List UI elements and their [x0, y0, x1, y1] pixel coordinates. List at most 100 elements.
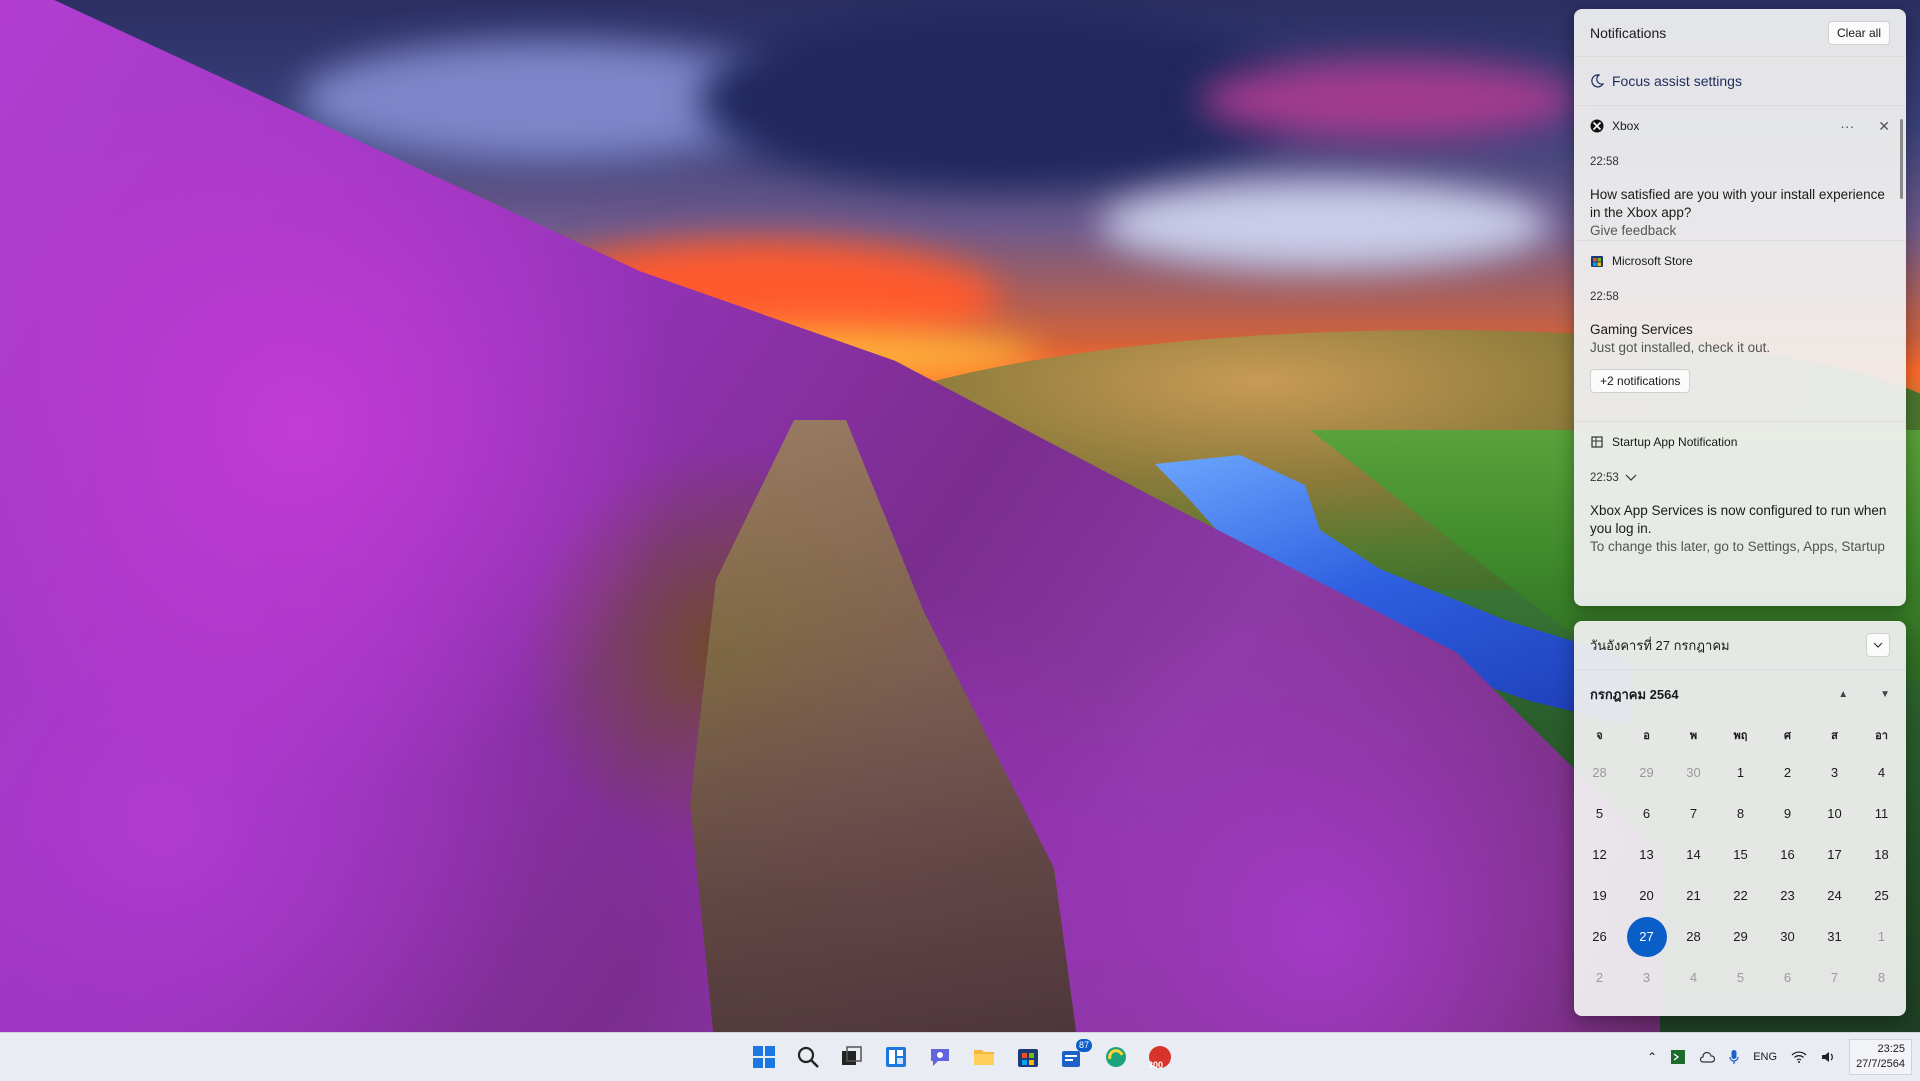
chat-button[interactable]: [922, 1039, 958, 1075]
chevron-down-icon[interactable]: [1625, 474, 1637, 482]
calendar-day[interactable]: 5: [1576, 793, 1623, 834]
calendar-day[interactable]: 7: [1811, 957, 1858, 998]
calendar-day[interactable]: 28: [1670, 916, 1717, 957]
calendar-day-number: 1: [1877, 929, 1886, 944]
terminal-tray-icon[interactable]: [1671, 1050, 1686, 1064]
calendar-day[interactable]: 6: [1764, 957, 1811, 998]
weekday-header: พฤ: [1733, 730, 1748, 742]
notification-app-name: Xbox: [1612, 119, 1640, 133]
startup-icon: [1591, 436, 1603, 448]
month-label[interactable]: กรกฎาคม 2564: [1590, 684, 1679, 705]
chat-icon: [931, 1049, 949, 1066]
edge-canary-button[interactable]: [1098, 1039, 1134, 1075]
focus-assist-settings-link[interactable]: Focus assist settings: [1574, 57, 1906, 106]
notification-center: Notifications Clear all Focus assist set…: [1574, 9, 1906, 606]
calendar-day[interactable]: 29: [1623, 752, 1670, 793]
notification-xbox[interactable]: Xbox ··· ✕ 22:58 How satisfied are you w…: [1574, 106, 1906, 241]
calendar-day[interactable]: 29: [1717, 916, 1764, 957]
volume-icon[interactable]: [1821, 1051, 1835, 1063]
calendar-day-number: 23: [1780, 888, 1795, 903]
chevron-up-icon[interactable]: ⌃: [1647, 1050, 1657, 1064]
notification-startup-app[interactable]: Startup App Notification 22:53 Xbox App …: [1574, 422, 1906, 568]
calendar-day[interactable]: 1: [1858, 916, 1905, 957]
calendar-day[interactable]: 1: [1717, 752, 1764, 793]
calendar-day[interactable]: 28: [1576, 752, 1623, 793]
calendar-day[interactable]: 11: [1858, 793, 1905, 834]
wifi-icon[interactable]: [1791, 1051, 1807, 1063]
calendar-day-number: 12: [1592, 847, 1607, 862]
calendar-day[interactable]: 18: [1858, 834, 1905, 875]
clock[interactable]: 23:25 27/7/2564: [1849, 1039, 1912, 1075]
calendar-day[interactable]: 12: [1576, 834, 1623, 875]
microphone-icon[interactable]: [1729, 1049, 1739, 1065]
calendar-day-number: 15: [1733, 847, 1748, 862]
calendar-day[interactable]: 31: [1811, 916, 1858, 957]
calendar-day[interactable]: 6: [1623, 793, 1670, 834]
calendar-day[interactable]: 22: [1717, 875, 1764, 916]
calendar-day-number: 21: [1686, 888, 1701, 903]
calendar-day[interactable]: 19: [1576, 875, 1623, 916]
calendar-day-number: 26: [1592, 929, 1607, 944]
clear-all-button[interactable]: Clear all: [1827, 20, 1890, 45]
calendar-day[interactable]: 4: [1858, 752, 1905, 793]
calendar-day[interactable]: 20: [1623, 875, 1670, 916]
app-with-badge-button[interactable]: 300: [1142, 1039, 1178, 1075]
calendar-day[interactable]: 8: [1858, 957, 1905, 998]
calendar-day[interactable]: 24: [1811, 875, 1858, 916]
calendar-day[interactable]: 17: [1811, 834, 1858, 875]
more-options-icon[interactable]: ···: [1840, 118, 1854, 135]
calendar-day[interactable]: 3: [1623, 957, 1670, 998]
calendar-day[interactable]: 2: [1576, 957, 1623, 998]
calendar-day-number: 7: [1830, 970, 1839, 985]
calendar-day-number: 8: [1877, 970, 1886, 985]
cloud-icon[interactable]: [1699, 1051, 1716, 1063]
calendar-day[interactable]: 10: [1811, 793, 1858, 834]
calendar-day-number: 5: [1736, 970, 1745, 985]
system-tray: ⌃ ENG 23:25 27/7/2564: [1647, 1033, 1912, 1081]
calendar-day-number: 8: [1736, 806, 1745, 821]
taskbar: 87 300 ⌃ ENG 23:25 27/7/2564: [0, 1032, 1920, 1081]
calendar-day-number: 17: [1827, 847, 1842, 862]
collapse-calendar-button[interactable]: [1866, 633, 1890, 657]
start-button[interactable]: [746, 1039, 782, 1075]
widgets-button[interactable]: [878, 1039, 914, 1075]
task-view-button[interactable]: [834, 1039, 870, 1075]
calendar-day-number: 4: [1877, 765, 1886, 780]
language-indicator[interactable]: ENG: [1753, 1051, 1777, 1063]
weekday-header: ส: [1831, 730, 1838, 742]
calendar-day-number: 2: [1783, 765, 1792, 780]
search-button[interactable]: [790, 1039, 826, 1075]
calendar-day[interactable]: 30: [1670, 752, 1717, 793]
calendar-day[interactable]: 5: [1717, 957, 1764, 998]
calendar-day-number: 19: [1592, 888, 1607, 903]
calendar-day[interactable]: 16: [1764, 834, 1811, 875]
file-explorer-button[interactable]: [966, 1039, 1002, 1075]
calendar-day[interactable]: 9: [1764, 793, 1811, 834]
previous-month-icon[interactable]: ▲: [1838, 689, 1848, 700]
calendar-day[interactable]: 14: [1670, 834, 1717, 875]
calendar-day[interactable]: 30: [1764, 916, 1811, 957]
calendar-day[interactable]: 21: [1670, 875, 1717, 916]
calendar-day[interactable]: 7: [1670, 793, 1717, 834]
calendar-day[interactable]: 13: [1623, 834, 1670, 875]
news-app-button[interactable]: 87: [1054, 1039, 1092, 1075]
calendar-day[interactable]: 26: [1576, 916, 1623, 957]
calendar-day-today[interactable]: 27: [1623, 916, 1670, 957]
xbox-icon: [1590, 119, 1604, 133]
calendar-day[interactable]: 2: [1764, 752, 1811, 793]
more-notifications-button[interactable]: +2 notifications: [1590, 369, 1691, 393]
notification-microsoft-store[interactable]: Microsoft Store 22:58 Gaming Services Ju…: [1574, 241, 1906, 422]
notification-scrollbar[interactable]: [1900, 119, 1903, 199]
microsoft-store-button[interactable]: [1010, 1039, 1046, 1075]
calendar-day[interactable]: 3: [1811, 752, 1858, 793]
give-feedback-link[interactable]: Give feedback: [1590, 222, 1890, 240]
calendar-day[interactable]: 4: [1670, 957, 1717, 998]
close-icon[interactable]: ✕: [1878, 118, 1890, 135]
calendar-day[interactable]: 25: [1858, 875, 1905, 916]
calendar-day[interactable]: 8: [1717, 793, 1764, 834]
calendar-day[interactable]: 23: [1764, 875, 1811, 916]
calendar-day[interactable]: 15: [1717, 834, 1764, 875]
next-month-icon[interactable]: ▼: [1880, 689, 1890, 700]
app-badge: 300: [1148, 1060, 1164, 1070]
calendar-day-number: 3: [1642, 970, 1651, 985]
